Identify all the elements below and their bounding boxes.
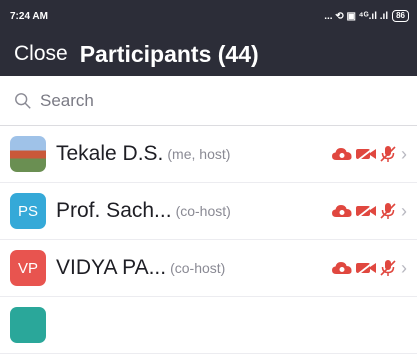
mic-muted-icon bbox=[380, 203, 396, 219]
participant-name: Tekale D.S. bbox=[56, 142, 164, 165]
search-input[interactable] bbox=[38, 89, 362, 112]
participant-role: (co-host) bbox=[175, 203, 231, 219]
status-icons bbox=[331, 202, 397, 220]
video-off-icon bbox=[356, 203, 376, 219]
avatar bbox=[10, 136, 46, 172]
participant-row[interactable]: Tekale D.S. (me, host) › bbox=[0, 126, 417, 183]
search-icon bbox=[15, 92, 31, 109]
avatar bbox=[10, 307, 46, 343]
participant-row[interactable] bbox=[0, 297, 417, 354]
status-bar: 7:24 AM ... ⟲ ▣ ⁴ᴳ.ıl .ıl 86 bbox=[0, 0, 417, 32]
page-title: Participants (44) bbox=[79, 40, 259, 67]
status-icons: ... ⟲ ▣ ⁴ᴳ.ıl .ıl 86 bbox=[324, 10, 409, 22]
cloud-recording-icon bbox=[332, 205, 352, 217]
chevron-right-icon: › bbox=[401, 143, 407, 164]
status-icons bbox=[331, 145, 397, 163]
chevron-right-icon: › bbox=[401, 200, 407, 221]
cloud-recording-icon bbox=[332, 148, 352, 160]
avatar: PS bbox=[10, 193, 46, 229]
avatar: VP bbox=[10, 250, 46, 286]
status-indicators: ... ⟲ ▣ ⁴ᴳ.ıl .ıl bbox=[324, 10, 389, 22]
participant-role: (co-host) bbox=[170, 260, 226, 276]
video-off-icon bbox=[356, 146, 376, 162]
search-bar[interactable] bbox=[0, 76, 417, 126]
participant-name: VIDYA PA... bbox=[56, 256, 167, 279]
header: Close Participants (44) bbox=[0, 32, 417, 76]
participant-row[interactable]: PS Prof. Sach... (co-host) › bbox=[0, 183, 417, 240]
participant-row[interactable]: VP VIDYA PA... (co-host) › bbox=[0, 240, 417, 297]
participant-list: Tekale D.S. (me, host) › PS Prof. Sach..… bbox=[0, 126, 417, 354]
participant-role: (me, host) bbox=[167, 146, 231, 162]
video-off-icon bbox=[356, 260, 376, 276]
chevron-right-icon: › bbox=[401, 257, 407, 278]
status-time: 7:24 AM bbox=[10, 10, 48, 22]
mic-muted-icon bbox=[380, 146, 396, 162]
battery-icon: 86 bbox=[392, 10, 409, 22]
status-icons bbox=[331, 259, 397, 277]
mic-muted-icon bbox=[380, 260, 396, 276]
close-button[interactable]: Close bbox=[14, 42, 68, 66]
participant-name: Prof. Sach... bbox=[56, 199, 172, 222]
cloud-recording-icon bbox=[332, 262, 352, 274]
